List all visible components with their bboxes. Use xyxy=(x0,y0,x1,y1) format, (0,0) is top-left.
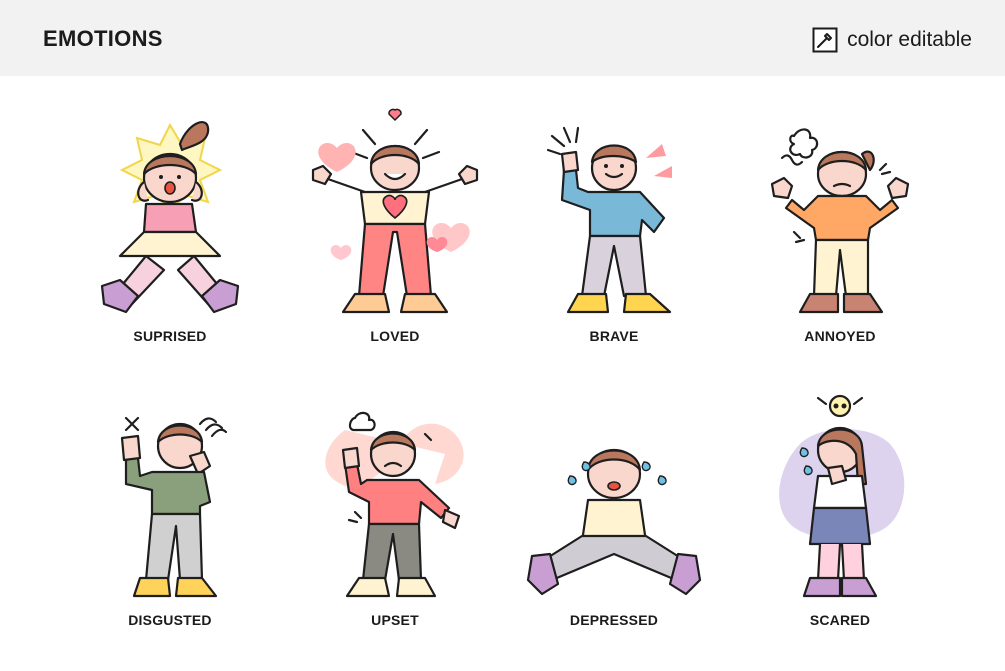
emotion-card-brave: BRAVE xyxy=(504,100,724,360)
emotion-label: SCARED xyxy=(809,612,871,628)
color-editable-label: color editable xyxy=(847,28,972,51)
page-title: EMOTIONS xyxy=(43,26,163,51)
eyedropper-icon xyxy=(812,27,838,53)
disgusted-character-illustration xyxy=(120,416,228,598)
scared-character-illustration xyxy=(779,394,905,598)
emotion-card-depressed: DEPRESSED xyxy=(504,384,724,644)
emotion-label: DISGUSTED xyxy=(128,612,212,628)
brave-character-illustration xyxy=(546,126,672,314)
emotion-label: LOVED xyxy=(370,328,420,344)
loved-character-illustration xyxy=(311,108,479,314)
depressed-character-illustration xyxy=(526,448,702,596)
emotion-card-loved: LOVED xyxy=(285,100,505,360)
emotion-label: DEPRESSED xyxy=(569,612,659,628)
header-bar: EMOTIONS color editable xyxy=(0,0,1005,76)
emotion-card-disgusted: DISGUSTED xyxy=(60,384,280,644)
emotion-card-scared: SCARED xyxy=(730,384,950,644)
emotion-label: ANNOYED xyxy=(804,328,876,344)
emotion-card-surprised: SUPRISED xyxy=(60,100,280,360)
emotion-card-upset: UPSET xyxy=(285,384,505,644)
emotion-label: UPSET xyxy=(371,612,419,628)
annoyed-character-illustration xyxy=(770,128,910,314)
emotion-card-annoyed: ANNOYED xyxy=(730,100,950,360)
emotion-label: BRAVE xyxy=(589,328,639,344)
upset-character-illustration xyxy=(325,411,464,598)
surprised-character-illustration xyxy=(100,121,240,314)
emotion-label: SUPRISED xyxy=(133,328,207,344)
color-editable-badge: color editable xyxy=(812,26,972,54)
